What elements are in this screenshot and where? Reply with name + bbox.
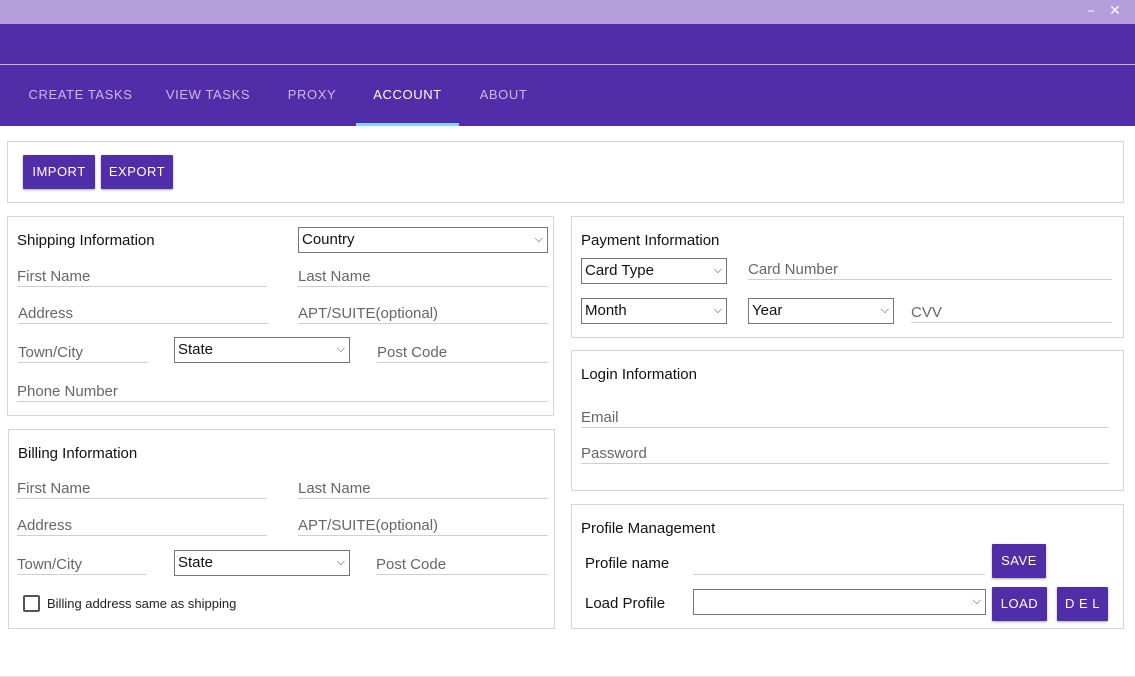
chevron-down-icon: ⌵ (972, 594, 981, 607)
card-type-value: Card Type (585, 262, 654, 279)
export-button[interactable]: EXPORT (101, 155, 173, 189)
phone-placeholder: Phone Number (17, 383, 118, 400)
country-select-value: Country (302, 231, 355, 248)
state-select-value: State (178, 341, 214, 358)
login-title: Login Information (581, 366, 697, 383)
chevron-down-icon: ⌵ (880, 303, 889, 316)
last-name-placeholder: Last Name (298, 480, 371, 497)
billing-panel: Billing Information First Name Last Name… (8, 429, 555, 629)
tab-create-tasks[interactable]: CREATE TASKS (18, 65, 143, 126)
billing-last-name-field[interactable]: Last Name (298, 479, 548, 499)
shipping-last-name-field[interactable]: Last Name (298, 267, 548, 287)
shipping-town-field[interactable]: Town/City (18, 343, 148, 363)
profile-title: Profile Management (581, 520, 716, 537)
chevron-down-icon: ⌵ (534, 232, 543, 245)
card-type-select[interactable]: Card Type ⌵ (581, 258, 727, 284)
login-panel: Login Information Email Password (571, 350, 1124, 491)
post-code-placeholder: Post Code (377, 344, 448, 361)
shipping-first-name-field[interactable]: First Name (17, 267, 267, 287)
town-placeholder: Town/City (18, 344, 84, 361)
import-export-panel: IMPORT EXPORT (7, 141, 1124, 203)
billing-state-select[interactable]: State ⌵ (174, 550, 350, 576)
shipping-post-code-field[interactable]: Post Code (377, 343, 548, 363)
town-placeholder: Town/City (17, 556, 83, 573)
payment-panel: Payment Information Card Type ⌵ Card Num… (571, 216, 1124, 338)
tab-about[interactable]: ABOUT (466, 65, 541, 126)
apt-placeholder: APT/SUITE(optional) (298, 305, 439, 322)
address-placeholder: Address (17, 517, 73, 534)
profile-name-field[interactable] (693, 555, 985, 575)
load-button[interactable]: LOAD (992, 587, 1047, 621)
billing-apt-field[interactable]: APT/SUITE(optional) (298, 516, 548, 536)
active-tab-indicator (356, 123, 459, 126)
card-number-field[interactable]: Card Number (748, 260, 1112, 280)
year-select[interactable]: Year ⌵ (748, 298, 894, 324)
password-placeholder: Password (581, 445, 647, 462)
year-value: Year (752, 302, 783, 319)
tab-account[interactable]: ACCOUNT (356, 65, 459, 126)
card-number-placeholder: Card Number (748, 261, 839, 278)
shipping-phone-field[interactable]: Phone Number (17, 382, 548, 402)
tab-proxy[interactable]: PROXY (272, 65, 352, 126)
delete-button[interactable]: D E L (1057, 587, 1108, 621)
billing-address-field[interactable]: Address (17, 516, 267, 536)
apt-placeholder: APT/SUITE(optional) (298, 517, 439, 534)
email-placeholder: Email (581, 409, 619, 426)
month-value: Month (585, 302, 627, 319)
minimize-icon[interactable]: – (1082, 2, 1100, 20)
billing-town-field[interactable]: Town/City (17, 555, 146, 575)
billing-first-name-field[interactable]: First Name (17, 479, 267, 499)
shipping-address-field[interactable]: Address (18, 304, 269, 324)
address-placeholder: Address (18, 305, 74, 322)
shipping-panel: Shipping Information Country ⌵ First Nam… (7, 216, 554, 416)
save-button[interactable]: SAVE (992, 544, 1046, 578)
import-button[interactable]: IMPORT (23, 155, 95, 189)
post-code-placeholder: Post Code (376, 556, 447, 573)
shipping-apt-field[interactable]: APT/SUITE(optional) (298, 304, 548, 324)
month-select[interactable]: Month ⌵ (581, 298, 727, 324)
shipping-country-select[interactable]: Country ⌵ (298, 227, 548, 253)
billing-post-code-field[interactable]: Post Code (376, 555, 548, 575)
cvv-field[interactable]: CVV (911, 303, 1112, 323)
same-as-shipping-label: Billing address same as shipping (47, 596, 237, 611)
first-name-placeholder: First Name (17, 268, 91, 285)
chevron-down-icon: ⌵ (336, 342, 345, 355)
close-icon[interactable]: ✕ (1106, 2, 1124, 20)
first-name-placeholder: First Name (17, 480, 91, 497)
app-bar: CREATE TASKS VIEW TASKS PROXY ACCOUNT AB… (0, 24, 1135, 126)
tab-view-tasks[interactable]: VIEW TASKS (150, 65, 266, 126)
title-bar: – ✕ (0, 0, 1135, 24)
profile-panel: Profile Management Profile name SAVE Loa… (571, 504, 1124, 629)
password-field[interactable]: Password (581, 444, 1109, 464)
last-name-placeholder: Last Name (298, 268, 371, 285)
chevron-down-icon: ⌵ (336, 555, 345, 568)
load-profile-label: Load Profile (585, 595, 666, 612)
billing-title: Billing Information (18, 445, 138, 462)
same-as-shipping-checkbox[interactable] (23, 595, 40, 612)
chevron-down-icon: ⌵ (713, 303, 722, 316)
state-select-value: State (178, 554, 214, 571)
profile-name-label: Profile name (585, 555, 670, 572)
payment-title: Payment Information (581, 232, 720, 249)
chevron-down-icon: ⌵ (713, 263, 722, 276)
shipping-title: Shipping Information (17, 232, 155, 249)
cvv-placeholder: CVV (911, 304, 942, 321)
email-field[interactable]: Email (581, 408, 1109, 428)
shipping-state-select[interactable]: State ⌵ (174, 337, 350, 363)
load-profile-select[interactable]: ⌵ (693, 589, 986, 615)
